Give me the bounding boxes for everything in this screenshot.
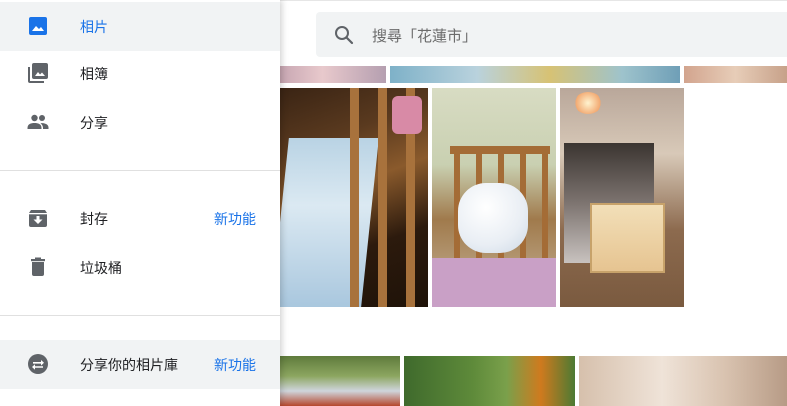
nav-label: 相簿 — [80, 67, 108, 83]
nav-item-sharing[interactable]: 分享 — [0, 98, 280, 147]
photo-thumbnail[interactable] — [404, 356, 575, 406]
people-icon — [27, 114, 49, 129]
albums-icon — [28, 63, 48, 83]
photo-thumbnail[interactable] — [684, 66, 787, 83]
photo-thumbnail[interactable] — [560, 88, 684, 307]
top-border — [280, 0, 787, 1]
nav-item-trash[interactable]: 垃圾桶 — [0, 243, 280, 292]
nav-item-photos[interactable]: 相片 — [0, 2, 280, 51]
photo-thumbnail[interactable] — [280, 88, 428, 307]
search-bar[interactable]: 搜尋「花蓮市」 — [316, 12, 787, 57]
navigation-drawer: 相片 相簿 分享 封存 新功能 垃圾桶 分享你的相片庫 新功能 — [0, 0, 280, 406]
nav-label: 封存 — [80, 212, 108, 228]
nav-label: 相片 — [80, 20, 108, 36]
divider — [0, 170, 280, 171]
nav-label: 分享你的相片庫 — [80, 358, 178, 374]
trash-icon — [31, 257, 45, 276]
nav-item-share-library[interactable]: 分享你的相片庫 新功能 — [0, 340, 280, 389]
search-input[interactable]: 搜尋「花蓮市」 — [372, 25, 477, 46]
photo-thumbnail[interactable] — [280, 66, 386, 83]
photo-thumbnail[interactable] — [280, 356, 400, 406]
archive-icon — [29, 210, 47, 227]
nav-item-archive[interactable]: 封存 新功能 — [0, 194, 280, 243]
photo-thumbnail[interactable] — [579, 356, 787, 406]
new-feature-badge: 新功能 — [214, 358, 256, 374]
photo-icon — [29, 17, 47, 35]
divider — [0, 315, 280, 316]
new-feature-badge: 新功能 — [214, 212, 256, 228]
search-icon — [335, 26, 354, 45]
photo-thumbnail[interactable] — [432, 88, 556, 307]
nav-item-albums[interactable]: 相簿 — [0, 49, 280, 98]
photo-thumbnail[interactable] — [390, 66, 680, 83]
swap-icon — [28, 354, 48, 374]
nav-label: 垃圾桶 — [80, 261, 122, 277]
nav-label: 分享 — [80, 116, 108, 132]
